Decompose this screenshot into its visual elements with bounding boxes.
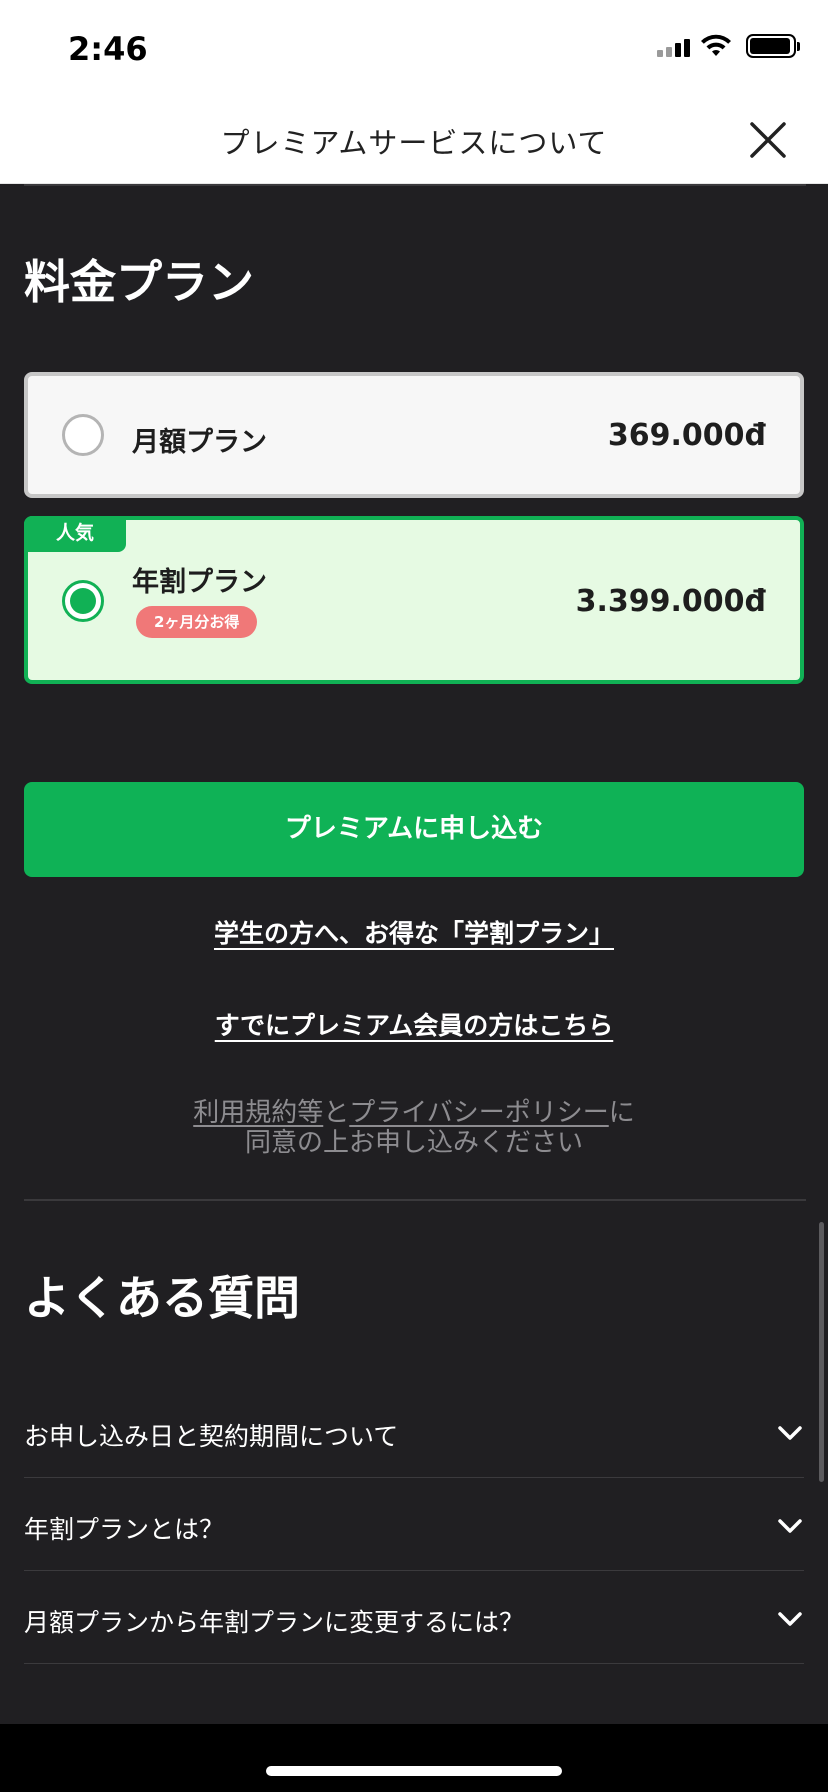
pricing-title: 料金プラン — [24, 255, 254, 309]
close-button[interactable] — [748, 120, 788, 160]
page-title: プレミアムサービスについて — [220, 126, 608, 160]
terms-connector: と — [323, 1098, 350, 1128]
faq-item[interactable]: 年割プランとは？ — [24, 1478, 804, 1571]
radio-button-selected[interactable] — [62, 580, 104, 622]
discount-badge: 2ヶ月分お得 — [136, 606, 258, 638]
plan-name: 年割プラン — [132, 567, 267, 598]
terms-notice: 利用規約等とプライバシーポリシーに 同意の上お申し込みください — [0, 1098, 828, 1158]
status-time: 2:46 — [68, 30, 148, 68]
chevron-down-icon — [778, 1519, 802, 1533]
chevron-down-icon — [778, 1612, 802, 1626]
chevron-down-icon — [778, 1426, 802, 1440]
terms-link[interactable]: 利用規約等 — [193, 1098, 323, 1128]
plan-price: 3.399.000đ — [575, 584, 766, 619]
faq-question: 月額プランから年割プランに変更するには？ — [24, 1608, 525, 1637]
faq-question: 年割プランとは？ — [24, 1515, 225, 1544]
faq-item[interactable]: お申し込み日と契約期間について — [24, 1385, 804, 1478]
cellular-signal-icon — [657, 35, 690, 57]
home-indicator[interactable] — [266, 1766, 562, 1776]
plan-card-monthly[interactable]: 月額プラン 369.000đ — [24, 372, 804, 498]
close-icon — [750, 122, 786, 158]
terms-particle: に — [608, 1098, 635, 1128]
student-plan-link-row: 学生の方へ、お得な「学割プラン」 — [0, 914, 828, 950]
privacy-policy-link[interactable]: プライバシーポリシー — [349, 1098, 608, 1128]
subscribe-button[interactable]: プレミアムに申し込む — [24, 782, 804, 877]
faq-question: お申し込み日と契約期間について — [24, 1422, 399, 1451]
existing-member-link-row: すでにプレミアム会員の方はこちら — [0, 1006, 828, 1042]
status-bar: 2:46 — [0, 0, 828, 96]
faq-title: よくある質問 — [24, 1271, 300, 1325]
plan-price: 369.000đ — [607, 418, 766, 453]
divider — [24, 184, 806, 186]
status-icons — [657, 34, 800, 58]
popular-tag: 人気 — [24, 516, 126, 552]
plan-card-annual[interactable]: 人気 年割プラン 2ヶ月分お得 3.399.000đ — [24, 516, 804, 684]
header: プレミアムサービスについて — [0, 96, 828, 184]
faq-item[interactable]: 月額プランから年割プランに変更するには？ — [24, 1571, 804, 1664]
battery-icon — [746, 34, 800, 58]
divider — [24, 1199, 806, 1201]
home-bar-area — [0, 1724, 828, 1792]
wifi-icon — [701, 34, 731, 56]
radio-button-unselected[interactable] — [62, 414, 104, 456]
existing-member-link[interactable]: すでにプレミアム会員の方はこちら — [215, 1011, 614, 1040]
plan-name: 月額プラン — [132, 427, 267, 458]
terms-line-2: 同意の上お申し込みください — [244, 1128, 583, 1158]
scrollbar[interactable] — [819, 1222, 824, 1482]
student-plan-link[interactable]: 学生の方へ、お得な「学割プラン」 — [214, 919, 614, 948]
